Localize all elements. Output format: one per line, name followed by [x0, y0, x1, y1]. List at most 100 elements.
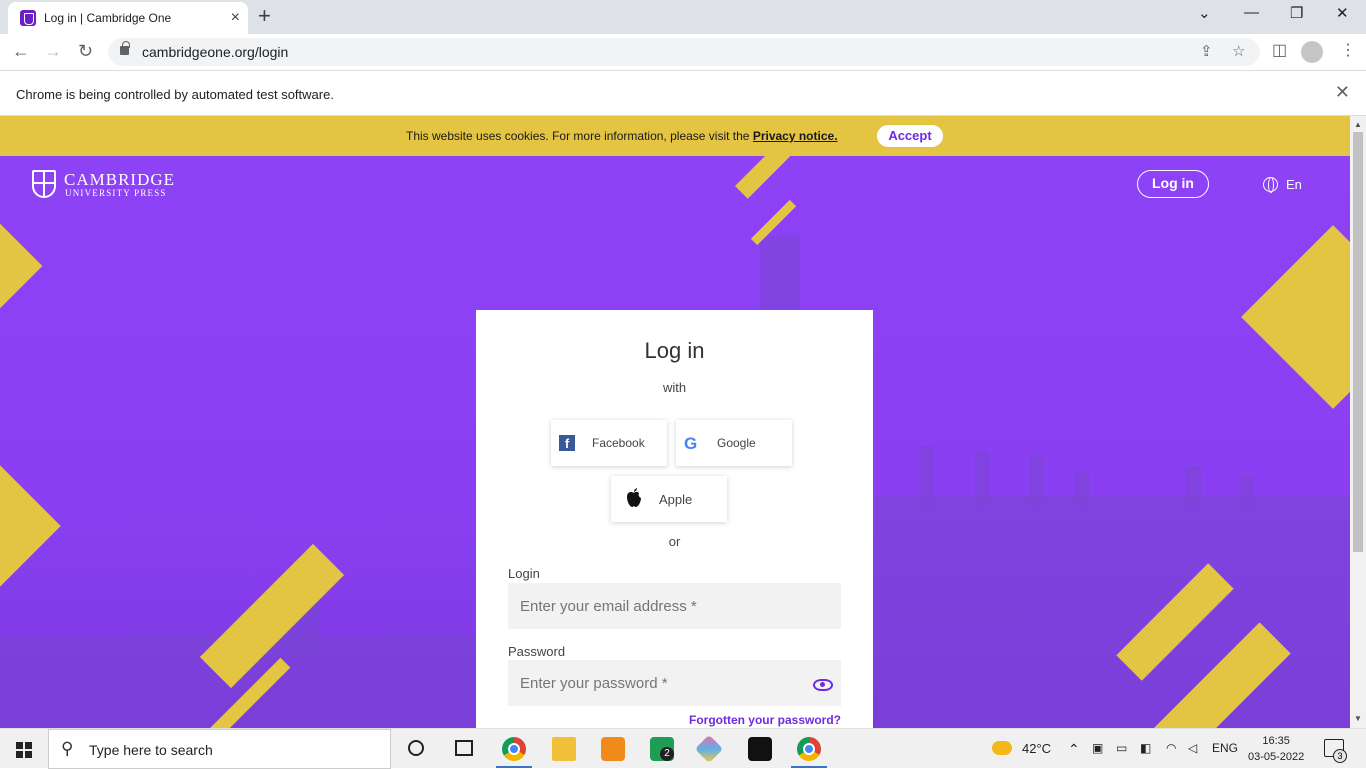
windows-start-icon[interactable] [16, 742, 32, 758]
weather-temperature[interactable]: 42°C [1022, 741, 1051, 756]
spire-3 [1030, 456, 1044, 506]
center-tower [760, 236, 800, 310]
logo-main-text: CAMBRIDGE [64, 170, 176, 189]
cambridge-shield-icon [32, 170, 56, 198]
new-tab-icon[interactable]: + [258, 4, 271, 28]
share-icon[interactable]: ⇪ [1200, 42, 1213, 60]
maximize-icon[interactable]: ❐ [1290, 4, 1303, 22]
chrome-menu-icon[interactable]: ⋮ [1340, 40, 1356, 60]
scroll-up-icon[interactable]: ▲ [1354, 120, 1362, 129]
reload-icon[interactable]: ↻ [78, 40, 93, 62]
facebook-label: Facebook [592, 436, 645, 450]
page-viewport: This website uses cookies. For more info… [0, 116, 1350, 728]
google-icon: G [684, 434, 698, 453]
lock-icon[interactable] [120, 41, 130, 55]
windows-taskbar: ⚲ Type here to search 2 42°C ⌃ ▣ ▭ ◧ ◠ ◁… [0, 728, 1366, 769]
chrome-taskbar-icon[interactable] [502, 737, 526, 761]
wifi-icon[interactable]: ◠ [1166, 741, 1176, 755]
paint-app-icon[interactable] [694, 734, 724, 764]
back-icon[interactable]: ← [12, 40, 30, 62]
deco-diamond-right [1241, 225, 1350, 409]
login-label: Login [508, 566, 540, 581]
college-building-right [875, 496, 1350, 728]
chrome-taskbar-icon-2[interactable] [797, 737, 821, 761]
google-label: Google [717, 436, 756, 450]
spire-1 [920, 446, 934, 506]
address-bar[interactable]: cambridgeone.org/login ⇪ ☆ [108, 38, 1260, 66]
scroll-down-icon[interactable]: ▼ [1354, 714, 1362, 723]
browser-tab-bar: Log in | Cambridge One × + ⌄ — ❐ ✕ [0, 0, 1366, 34]
infobar-close-icon[interactable]: ✕ [1335, 82, 1350, 103]
infobar-text: Chrome is being controlled by automated … [16, 87, 334, 102]
cookie-text: This website uses cookies. For more info… [406, 129, 838, 143]
window-close-icon[interactable]: ✕ [1336, 4, 1349, 22]
forward-icon[interactable]: → [44, 40, 62, 62]
spire-5 [1185, 466, 1201, 506]
deco-diamond-left-top [0, 223, 43, 309]
input-language[interactable]: ENG [1212, 741, 1238, 755]
automation-infobar: Chrome is being controlled by automated … [0, 72, 1366, 116]
apple-icon [627, 488, 641, 507]
spire-4 [1075, 471, 1089, 506]
tab-close-icon[interactable]: × [231, 8, 240, 28]
volume-icon[interactable]: ◁ [1188, 741, 1197, 755]
clock-time: 16:35 [1262, 735, 1290, 747]
deco-diamond-left-mid [0, 455, 61, 597]
cookie-message: This website uses cookies. For more info… [406, 129, 753, 143]
page-scrollbar[interactable]: ▲ ▼ [1350, 116, 1366, 728]
hero-background: CAMBRIDGE UNIVERSITY PRESS Log in En Log… [0, 156, 1350, 728]
tray-chevron-up-icon[interactable]: ⌃ [1068, 741, 1080, 758]
spire-2 [975, 451, 989, 506]
sublime-text-icon[interactable] [601, 737, 625, 761]
header-login-button[interactable]: Log in [1137, 170, 1209, 198]
cambridge-favicon-icon [20, 10, 36, 26]
spire-6 [1240, 476, 1254, 506]
search-icon: ⚲ [61, 739, 74, 758]
login-card: Log in with f Facebook G Google Apple or… [476, 310, 873, 728]
globe-icon [1263, 177, 1278, 193]
url-text[interactable]: cambridgeone.org/login [142, 44, 288, 60]
language-label: En [1286, 177, 1302, 192]
meet-icon[interactable]: ▣ [1092, 741, 1103, 755]
network-status-icon[interactable]: ◧ [1140, 741, 1151, 755]
browser-tab[interactable]: Log in | Cambridge One × [8, 2, 248, 34]
tab-title: Log in | Cambridge One [44, 11, 172, 25]
file-explorer-icon[interactable] [552, 737, 576, 761]
taskbar-search-placeholder: Type here to search [89, 742, 213, 758]
bookmark-star-icon[interactable]: ☆ [1232, 42, 1245, 60]
apple-label: Apple [659, 492, 693, 507]
profile-avatar-icon[interactable] [1301, 41, 1323, 63]
email-field[interactable] [508, 583, 841, 629]
facebook-icon: f [559, 435, 575, 451]
side-panel-icon[interactable]: ◫ [1272, 40, 1287, 60]
privacy-notice-link[interactable]: Privacy notice. [753, 129, 838, 143]
show-password-eye-icon[interactable] [813, 679, 833, 691]
deco-stripe-top-1 [735, 156, 791, 199]
task-view-icon[interactable] [455, 740, 473, 756]
battery-icon[interactable]: ▭ [1116, 741, 1127, 755]
google-login-button[interactable]: G Google [676, 420, 792, 466]
taskbar-search[interactable]: ⚲ Type here to search [48, 729, 391, 769]
scroll-thumb[interactable] [1353, 132, 1363, 552]
minimize-icon[interactable]: — [1244, 4, 1259, 21]
system-clock[interactable]: 16:35 03-05-2022 [1248, 733, 1304, 765]
apple-login-button[interactable]: Apple [611, 476, 727, 522]
app-badge: 2 [660, 747, 674, 761]
or-divider: or [668, 534, 681, 549]
facebook-login-button[interactable]: f Facebook [551, 420, 667, 466]
login-title: Log in [644, 338, 705, 363]
browser-toolbar: ← → ↻ cambridgeone.org/login ⇪ ☆ ◫ ⋮ [0, 34, 1366, 71]
language-selector[interactable]: En [1263, 177, 1302, 193]
cortana-icon[interactable] [408, 740, 424, 756]
accept-cookies-button[interactable]: Accept [877, 125, 943, 147]
cookie-banner: This website uses cookies. For more info… [0, 116, 1350, 156]
tab-search-chevron-icon[interactable]: ⌄ [1198, 4, 1211, 22]
terminal-icon[interactable] [748, 737, 772, 761]
weather-icon[interactable] [992, 741, 1012, 755]
password-label: Password [508, 644, 566, 659]
forgot-password-link[interactable]: Forgotten your password? [689, 713, 841, 727]
logo-sub-text: UNIVERSITY PRESS [65, 188, 167, 198]
notification-count: 3 [1333, 749, 1347, 763]
password-field[interactable] [508, 660, 841, 706]
clock-date: 03-05-2022 [1248, 751, 1305, 763]
